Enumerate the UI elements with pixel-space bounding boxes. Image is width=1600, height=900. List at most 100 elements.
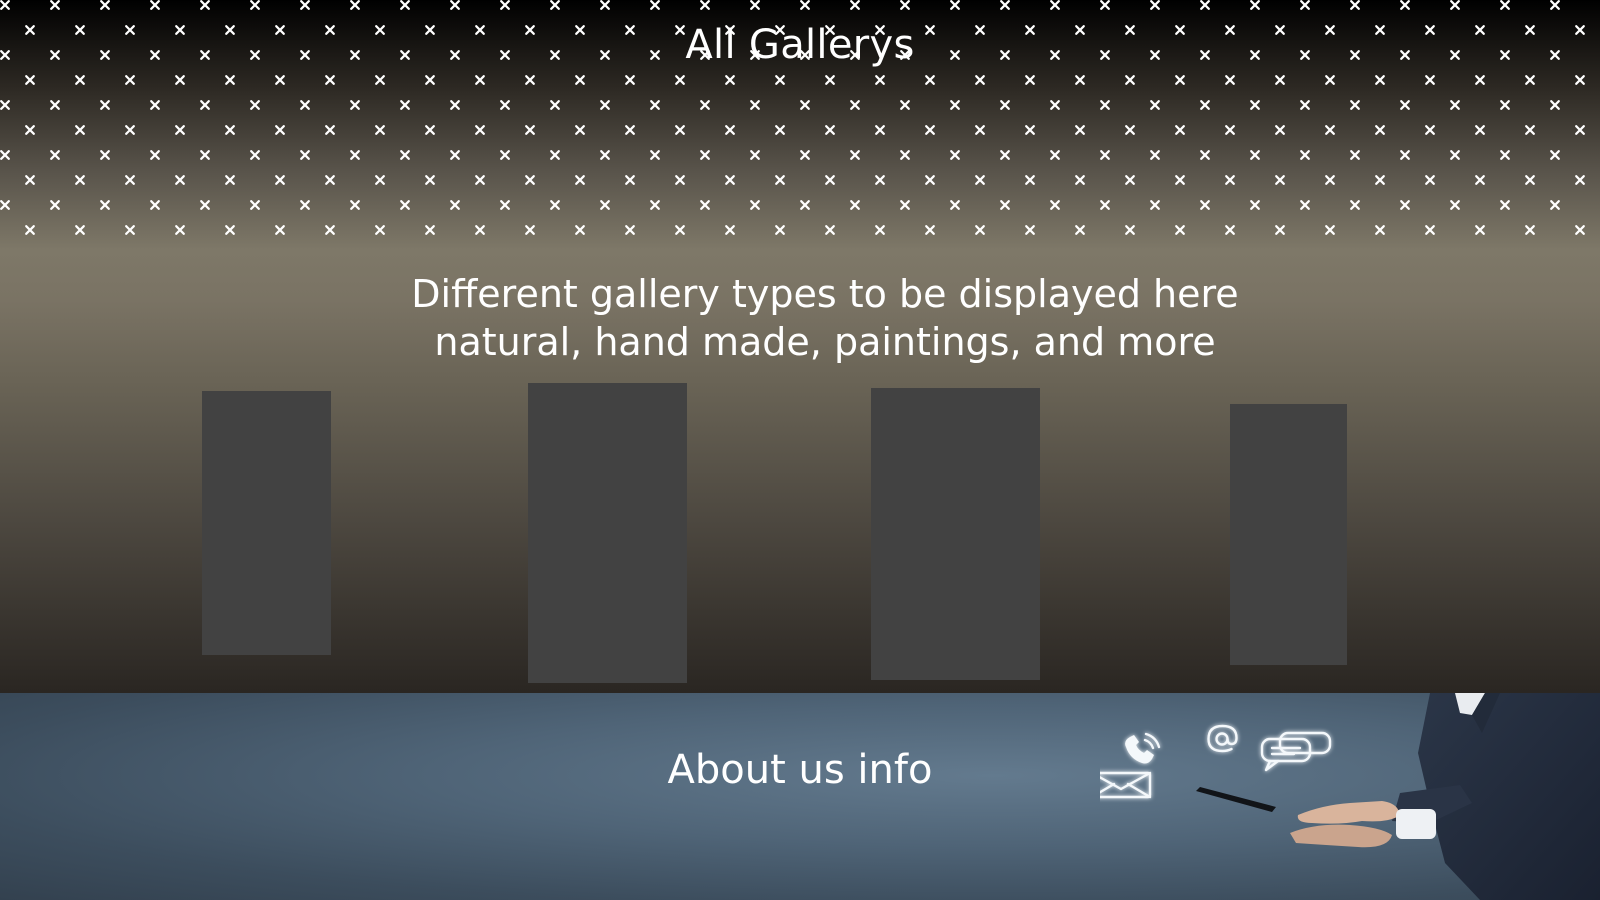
x-mark bbox=[450, 0, 460, 10]
x-mark bbox=[800, 150, 810, 160]
x-mark bbox=[150, 100, 160, 110]
x-mark bbox=[1350, 100, 1360, 110]
x-mark bbox=[300, 150, 310, 160]
x-mark bbox=[175, 125, 185, 135]
x-mark bbox=[525, 75, 535, 85]
x-mark bbox=[900, 200, 910, 210]
x-mark bbox=[475, 225, 485, 235]
x-mark bbox=[150, 150, 160, 160]
x-mark bbox=[200, 100, 210, 110]
x-mark bbox=[550, 0, 560, 10]
x-mark bbox=[375, 225, 385, 235]
x-mark bbox=[1550, 200, 1560, 210]
x-mark bbox=[350, 150, 360, 160]
x-mark bbox=[275, 125, 285, 135]
x-mark bbox=[1100, 150, 1110, 160]
x-mark bbox=[1325, 225, 1335, 235]
x-mark bbox=[1500, 0, 1510, 10]
x-mark bbox=[650, 200, 660, 210]
x-mark bbox=[1550, 100, 1560, 110]
x-mark bbox=[500, 100, 510, 110]
x-mark bbox=[800, 100, 810, 110]
x-mark bbox=[575, 75, 585, 85]
x-mark bbox=[50, 100, 60, 110]
page-title: All Gallerys bbox=[0, 20, 1600, 70]
x-mark bbox=[725, 75, 735, 85]
x-mark bbox=[1450, 150, 1460, 160]
x-mark bbox=[725, 225, 735, 235]
x-mark bbox=[25, 175, 35, 185]
x-mark bbox=[475, 75, 485, 85]
x-mark bbox=[1450, 100, 1460, 110]
x-mark bbox=[1525, 75, 1535, 85]
x-mark bbox=[100, 150, 110, 160]
x-mark bbox=[1000, 150, 1010, 160]
x-mark bbox=[125, 225, 135, 235]
x-mark bbox=[1075, 225, 1085, 235]
x-mark bbox=[1575, 125, 1585, 135]
x-mark bbox=[1400, 150, 1410, 160]
x-mark bbox=[1100, 100, 1110, 110]
x-mark bbox=[1450, 200, 1460, 210]
x-mark bbox=[475, 125, 485, 135]
x-mark bbox=[1425, 75, 1435, 85]
x-mark bbox=[1500, 150, 1510, 160]
x-mark bbox=[600, 100, 610, 110]
x-mark bbox=[975, 175, 985, 185]
x-mark bbox=[1150, 150, 1160, 160]
x-mark bbox=[100, 100, 110, 110]
x-mark bbox=[1200, 0, 1210, 10]
x-mark bbox=[350, 100, 360, 110]
gallery-card-1[interactable] bbox=[202, 391, 331, 655]
x-mark bbox=[1400, 0, 1410, 10]
gallery-card-4[interactable] bbox=[1230, 404, 1347, 665]
x-mark bbox=[675, 75, 685, 85]
x-mark bbox=[850, 200, 860, 210]
x-mark bbox=[575, 225, 585, 235]
x-mark bbox=[1275, 75, 1285, 85]
x-mark bbox=[425, 175, 435, 185]
x-mark bbox=[300, 0, 310, 10]
x-mark bbox=[625, 75, 635, 85]
x-mark bbox=[200, 0, 210, 10]
x-mark bbox=[1250, 150, 1260, 160]
x-mark bbox=[1350, 150, 1360, 160]
x-mark bbox=[250, 200, 260, 210]
businessperson-image bbox=[1196, 693, 1600, 900]
x-mark bbox=[1125, 125, 1135, 135]
x-mark bbox=[875, 125, 885, 135]
gallery-card-2[interactable] bbox=[528, 383, 687, 683]
x-mark bbox=[950, 0, 960, 10]
x-mark bbox=[225, 225, 235, 235]
x-mark bbox=[975, 75, 985, 85]
x-mark bbox=[1075, 175, 1085, 185]
x-mark bbox=[100, 0, 110, 10]
gallery-section: All Gallerys Different gallery types to … bbox=[0, 0, 1600, 693]
x-mark bbox=[1025, 75, 1035, 85]
x-mark bbox=[600, 0, 610, 10]
x-mark bbox=[675, 125, 685, 135]
page-title-text: All Gallerys bbox=[685, 22, 915, 68]
x-mark bbox=[900, 100, 910, 110]
x-mark bbox=[25, 225, 35, 235]
gallery-card-3[interactable] bbox=[871, 388, 1040, 680]
x-mark bbox=[450, 200, 460, 210]
x-mark bbox=[1500, 200, 1510, 210]
x-mark bbox=[950, 200, 960, 210]
x-mark bbox=[325, 175, 335, 185]
x-mark bbox=[1000, 100, 1010, 110]
x-mark bbox=[625, 175, 635, 185]
x-mark bbox=[200, 200, 210, 210]
x-mark bbox=[150, 200, 160, 210]
x-mark bbox=[425, 75, 435, 85]
x-mark bbox=[0, 0, 10, 10]
x-mark bbox=[1125, 75, 1135, 85]
x-mark bbox=[50, 0, 60, 10]
gallery-description: Different gallery types to be displayed … bbox=[0, 270, 1600, 366]
x-mark bbox=[1550, 150, 1560, 160]
x-mark bbox=[125, 125, 135, 135]
x-mark bbox=[375, 75, 385, 85]
x-mark bbox=[175, 225, 185, 235]
x-mark bbox=[1575, 225, 1585, 235]
x-mark bbox=[275, 225, 285, 235]
